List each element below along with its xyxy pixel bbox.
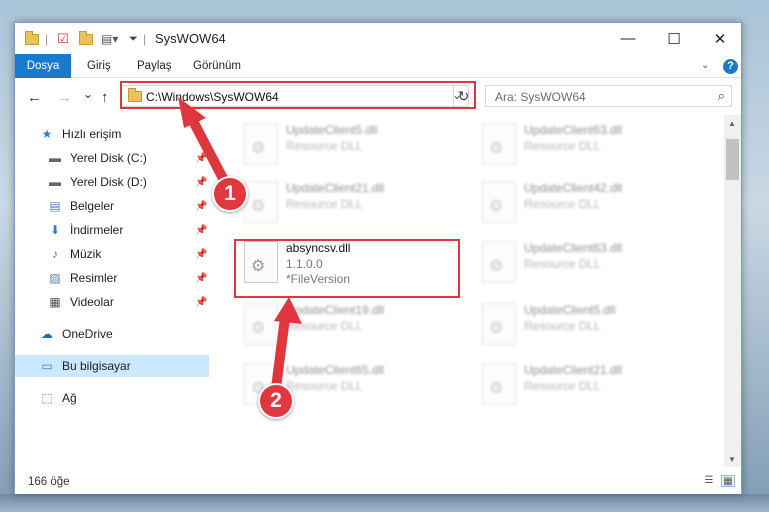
annotation-arrows [178, 97, 302, 393]
step-badge-1: 1 [212, 176, 248, 212]
step-badge-2: 2 [258, 383, 294, 419]
